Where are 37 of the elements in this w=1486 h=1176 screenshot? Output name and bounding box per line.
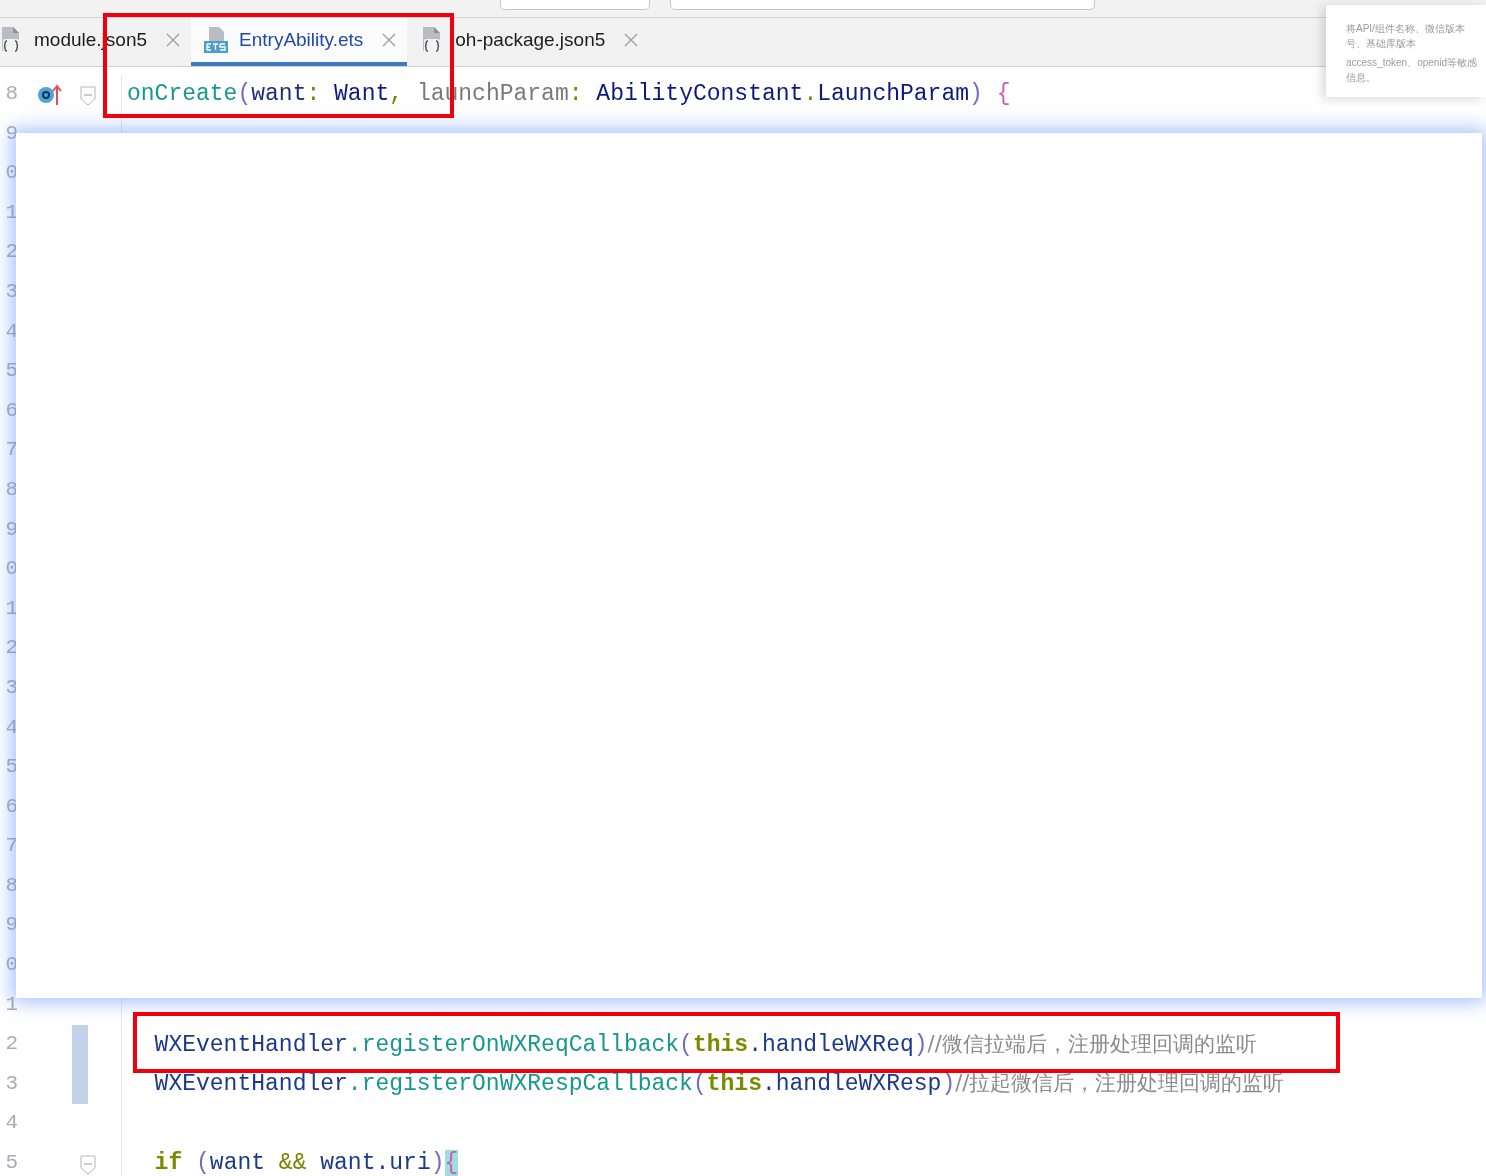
line-number: 3 bbox=[4, 1072, 18, 1094]
fold-icon[interactable] bbox=[80, 86, 96, 106]
close-icon[interactable] bbox=[381, 32, 398, 48]
toolbar-field[interactable] bbox=[500, 0, 650, 10]
code-text: WXEventHandler.registerOnWXReqCallback(this.handleWXReq)//微信拉端后，注册处理回调的监听 bbox=[153, 1031, 1257, 1058]
line-number: 4 bbox=[4, 320, 18, 342]
editor-tab[interactable]: EntryAbility.ets bbox=[191, 18, 408, 66]
editor-tab[interactable]: oh-package.json5 bbox=[407, 18, 650, 66]
code-text: if (want && want.uri){ bbox=[153, 1150, 459, 1176]
line-number: 4 bbox=[4, 1112, 18, 1134]
line-number: 5 bbox=[4, 1152, 18, 1174]
line-number: 1 bbox=[4, 993, 18, 1015]
line-number: 9 bbox=[4, 914, 18, 936]
line-number: 6 bbox=[4, 399, 18, 421]
line-number: 7 bbox=[4, 439, 18, 461]
line-number: 9 bbox=[4, 122, 18, 144]
close-icon[interactable] bbox=[623, 32, 640, 48]
line-number: 8 bbox=[4, 478, 18, 500]
toolbar-field[interactable] bbox=[670, 0, 1095, 10]
line-number: 6 bbox=[4, 795, 18, 817]
line-number: 1 bbox=[4, 201, 18, 223]
line-number: 4 bbox=[4, 716, 18, 738]
line-number: 3 bbox=[4, 280, 18, 302]
line-number: 8 bbox=[4, 874, 18, 896]
code-text: WXEventHandler.registerOnWXRespCallback(this.handleWXResp)//拉起微信后，注册处理回调的监听 bbox=[153, 1071, 1285, 1098]
line-number: 2 bbox=[4, 1033, 18, 1055]
fold-icon[interactable] bbox=[80, 1155, 96, 1176]
popup-text: access_token、openid等敏感信息。 bbox=[1346, 56, 1479, 85]
line-number: 1 bbox=[4, 597, 18, 619]
line-number: 2 bbox=[4, 637, 18, 659]
line-number: 8 bbox=[4, 83, 18, 104]
close-icon[interactable] bbox=[165, 32, 182, 48]
line-number: 3 bbox=[4, 676, 18, 698]
line-number: 7 bbox=[4, 835, 18, 857]
line-number: 2 bbox=[4, 241, 18, 263]
line-number: 9 bbox=[4, 518, 18, 540]
popup-text: 将API/组件名称、微信版本号、基础库版本 bbox=[1346, 22, 1466, 51]
